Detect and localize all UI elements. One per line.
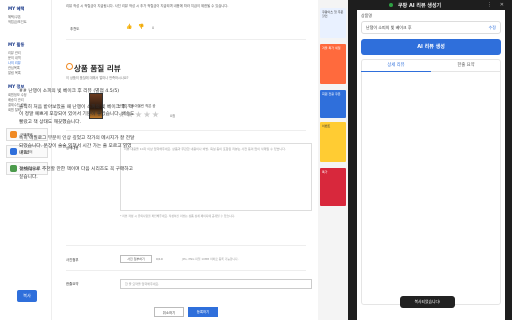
extension-title: 쿠팡 AI 리뷰 생성기 — [398, 2, 442, 9]
thumbs-down-icon[interactable]: 👎 — [138, 24, 144, 30]
generate-button[interactable]: AI 리뷰 생성 — [361, 39, 501, 55]
nav-group-benefits: MY 혜택 혜택/쿠폰 적립금/포인트 — [8, 6, 27, 25]
ad-banner[interactable]: 특가 — [320, 168, 346, 206]
ad-text: 겨울 특가 세일 — [322, 46, 341, 50]
nav-item[interactable]: 알림 목록 — [8, 71, 24, 76]
headset-icon — [10, 148, 17, 155]
review-paragraph: 솔직히 처음 받아보았을 때 난쟁이 소피의 빛 베이크 후, 책이 정말 예쁘… — [19, 104, 135, 126]
section-subtitle: 이 상품의 품질에 대해서 얼마나 만족하시나요? — [66, 76, 129, 80]
ad-text: 회원 전용 쿠폰 — [322, 92, 341, 96]
review-textarea[interactable]: 리뷰 내용을 10자 이상 입력해주세요. 상품과 무관한 내용이나 비방, 욕… — [120, 143, 312, 211]
review-icon — [66, 63, 73, 70]
extension-panel: 상품명 난쟁이 소피의 빛 베이크 후 수정 AI 리뷰 생성 상세 리뷰 한줄… — [357, 10, 505, 320]
nav-group-title: MY 활동 — [8, 42, 25, 47]
review-paragraph: 전체적으로 추천할 만한 책이며 다음 시리즈도 꼭 구매하고 싶습니다. — [19, 166, 133, 180]
coupon-icon — [10, 131, 17, 138]
star-icon[interactable] — [143, 111, 151, 118]
nav-group-title: MY 혜택 — [8, 6, 25, 11]
divider — [66, 245, 306, 246]
review-paragraph: 특히 에필로그 부분이 인상 깊었고 작가의 메시지가 잘 전달되었습니다. 문… — [19, 135, 135, 157]
star-icon[interactable] — [152, 111, 159, 118]
cancel-button[interactable]: 취소하기 — [154, 307, 184, 317]
tab-one-line[interactable]: 한줄 요약 — [431, 60, 501, 72]
ad-banner[interactable]: 겨울 특가 세일 — [320, 44, 346, 84]
summary-label: 한줄요약 — [66, 282, 79, 286]
section-title: 상품 품질 리뷰 — [74, 64, 121, 73]
badge-icon — [10, 165, 17, 172]
photo-hint: JPG, PNG 파일 10MB 이하로 등록 가능합니다. — [182, 257, 239, 261]
top-note: 리뷰 작성 시 적립금이 지급됩니다. 사진 리뷰 작성 시 추가 적립금이 지… — [66, 4, 229, 8]
status-dot-icon — [389, 3, 393, 7]
summary-input[interactable]: 한 줄 요약을 입력해주세요. — [120, 279, 312, 289]
review-heading: ## 난쟁이 소피의 빛 베이크 후 리뷰 (별점 4.5/5) — [19, 89, 120, 94]
ad-text: 이벤트 — [322, 124, 331, 128]
thumbs-up-icon[interactable]: 👍 — [126, 24, 132, 30]
window-controls-icon[interactable]: ⋮ ✕ — [487, 2, 507, 8]
nav-item[interactable]: 적립금/포인트 — [8, 20, 27, 25]
photo-count: 0/10 — [156, 257, 163, 261]
nav-group-activity: MY 활동 리뷰 관리 문의 내역 나의 리뷰 관심목록 알림 목록 — [8, 42, 24, 76]
tab-detail-review[interactable]: 상세 리뷰 — [361, 60, 431, 72]
divider — [66, 270, 306, 271]
photo-label: 사진첨부 — [66, 258, 79, 262]
ad-text: 쿠팡이츠 첫 주문 할인 — [322, 10, 344, 18]
star-icon[interactable] — [135, 111, 142, 118]
recommend-count: 0 — [152, 26, 155, 30]
product-value: 난쟁이 소피의 빛 베이크 후 — [366, 25, 412, 30]
review-notes: * 리뷰 작성 시 유의사항을 확인해주세요. 작성하신 리뷰는 상품 상세 페… — [120, 214, 236, 218]
product-label: 상품명 — [361, 13, 373, 18]
review-text: ## 난쟁이 소피의 빛 베이크 후 리뷰 (별점 4.5/5) 솔직히 처음 … — [19, 88, 135, 189]
photo-upload-button[interactable]: 사진 첨부하기 — [120, 255, 152, 263]
copied-toast: 복사되었습니다! — [400, 296, 455, 308]
edit-button[interactable]: 수정 — [489, 22, 496, 34]
ad-banner[interactable]: 회원 전용 쿠폰 — [320, 90, 346, 118]
recommend-label: 추천도 — [70, 27, 80, 31]
copy-button[interactable]: 복사 — [17, 290, 37, 302]
result-box — [361, 59, 501, 305]
product-input[interactable]: 난쟁이 소피의 빛 베이크 후 수정 — [361, 21, 501, 34]
ad-text: 특가 — [322, 170, 328, 174]
recommend-row: 추천도 👍 👎 0 — [66, 18, 306, 40]
ad-banner[interactable]: 이벤트 — [320, 122, 346, 162]
star-value: 0점 — [170, 114, 176, 118]
extension-titlebar: 쿠팡 AI 리뷰 생성기 ⋮ ✕ — [355, 0, 512, 10]
ad-banner[interactable]: 쿠팡이츠 첫 주문 할인 — [320, 8, 346, 38]
submit-button[interactable]: 등록하기 — [188, 307, 218, 317]
